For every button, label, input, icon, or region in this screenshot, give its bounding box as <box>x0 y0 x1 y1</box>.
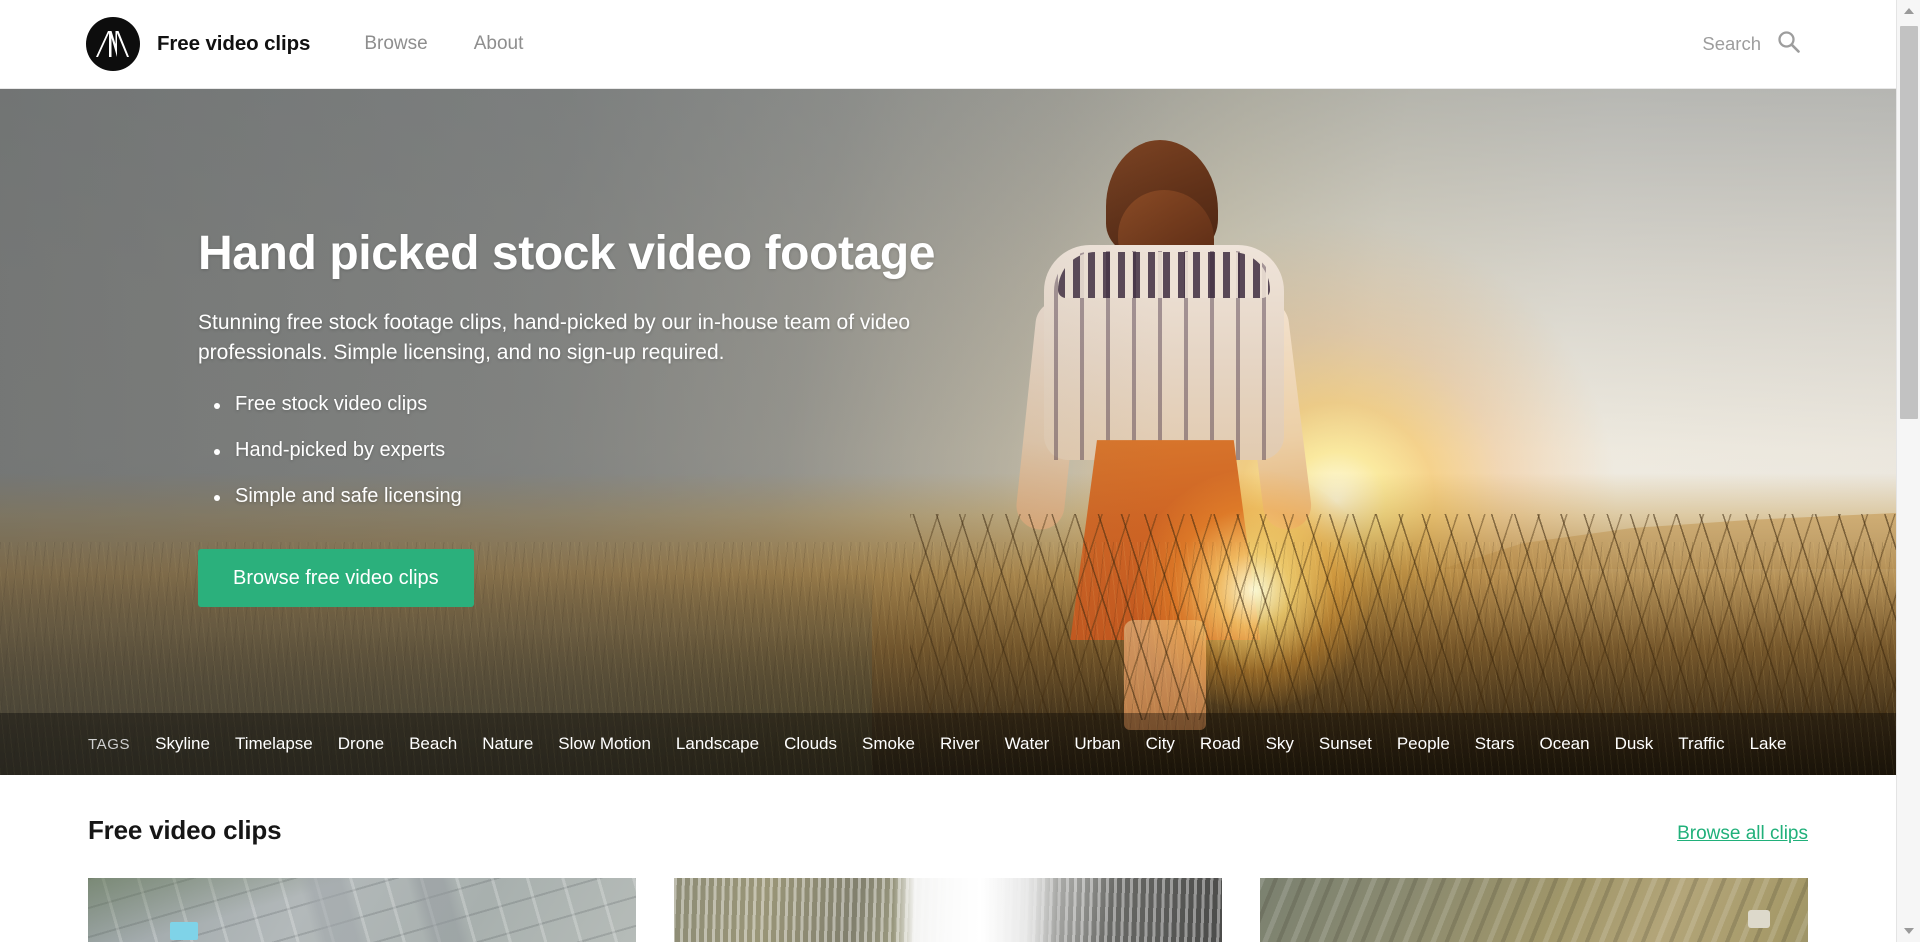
tag-link-ocean[interactable]: Ocean <box>1539 734 1589 754</box>
hero-feature-item: Simple and safe licensing <box>198 485 1896 508</box>
clip-thumbnail-image <box>88 878 636 942</box>
tag-link-timelapse[interactable]: Timelapse <box>235 734 313 754</box>
hero-feature-list: Free stock video clips Hand-picked by ex… <box>198 393 1896 508</box>
tag-link-road[interactable]: Road <box>1200 734 1241 754</box>
hero-banner: Hand picked stock video footage Stunning… <box>0 89 1896 775</box>
clips-section-title: Free video clips <box>88 815 282 845</box>
clip-card-aerial-city-highway[interactable] <box>88 878 636 942</box>
browser-viewport: Free video clips Browse About Search Han… <box>0 0 1896 942</box>
header-search-area <box>1611 30 1848 58</box>
search-input[interactable] <box>1611 33 1761 55</box>
tag-link-traffic[interactable]: Traffic <box>1678 734 1724 754</box>
tag-link-water[interactable]: Water <box>1005 734 1050 754</box>
tags-bar: TAGS Skyline Timelapse Drone Beach Natur… <box>0 713 1896 775</box>
clip-card-aerial-hay-field[interactable] <box>1260 878 1808 942</box>
tag-link-sunset[interactable]: Sunset <box>1319 734 1372 754</box>
free-video-clips-section: Free video clips Browse all clips <box>0 775 1896 942</box>
vertical-scrollbar[interactable] <box>1896 0 1920 942</box>
tag-link-people[interactable]: People <box>1397 734 1450 754</box>
tag-link-lake[interactable]: Lake <box>1750 734 1787 754</box>
scroll-up-arrow-icon[interactable] <box>1897 0 1920 22</box>
hero-feature-item: Hand-picked by experts <box>198 439 1896 462</box>
scrollbar-thumb[interactable] <box>1900 26 1918 419</box>
browse-free-video-clips-button[interactable]: Browse free video clips <box>198 549 474 608</box>
tag-link-drone[interactable]: Drone <box>338 734 384 754</box>
hero-title: Hand picked stock video footage <box>198 227 936 280</box>
main-nav: Browse About <box>364 33 523 55</box>
tag-link-city[interactable]: City <box>1146 734 1175 754</box>
tag-link-slow-motion[interactable]: Slow Motion <box>558 734 651 754</box>
clips-section-header: Free video clips Browse all clips <box>88 775 1808 846</box>
tag-link-river[interactable]: River <box>940 734 980 754</box>
nav-item-browse[interactable]: Browse <box>364 33 427 55</box>
clips-grid <box>88 878 1808 942</box>
tag-link-beach[interactable]: Beach <box>409 734 457 754</box>
tag-link-nature[interactable]: Nature <box>482 734 533 754</box>
nav-item-about[interactable]: About <box>474 33 524 55</box>
tag-link-dusk[interactable]: Dusk <box>1615 734 1654 754</box>
browse-all-clips-link[interactable]: Browse all clips <box>1677 823 1808 845</box>
scroll-down-arrow-icon[interactable] <box>1897 920 1920 942</box>
tag-link-stars[interactable]: Stars <box>1475 734 1515 754</box>
hero-feature-item: Free stock video clips <box>198 393 1896 416</box>
hero-subtitle: Stunning free stock footage clips, hand-… <box>198 310 911 364</box>
tag-link-skyline[interactable]: Skyline <box>155 734 210 754</box>
hero-content: Hand picked stock video footage Stunning… <box>0 89 1896 608</box>
site-header: Free video clips Browse About <box>0 0 1896 89</box>
clip-thumbnail-image <box>1260 878 1808 942</box>
tag-link-urban[interactable]: Urban <box>1074 734 1120 754</box>
brand-name: Free video clips <box>157 32 311 55</box>
page-root: Free video clips Browse About Search Han… <box>0 0 1920 942</box>
search-icon[interactable] <box>1777 30 1800 58</box>
tag-link-smoke[interactable]: Smoke <box>862 734 915 754</box>
clip-card-waterfall[interactable] <box>674 878 1222 942</box>
brand-home-link[interactable]: Free video clips <box>86 17 310 71</box>
m-logo-icon <box>86 17 140 71</box>
tag-link-sky[interactable]: Sky <box>1266 734 1294 754</box>
tags-label: TAGS <box>88 735 131 753</box>
clip-thumbnail-image <box>674 878 1222 942</box>
tag-link-landscape[interactable]: Landscape <box>676 734 759 754</box>
tag-link-clouds[interactable]: Clouds <box>784 734 837 754</box>
